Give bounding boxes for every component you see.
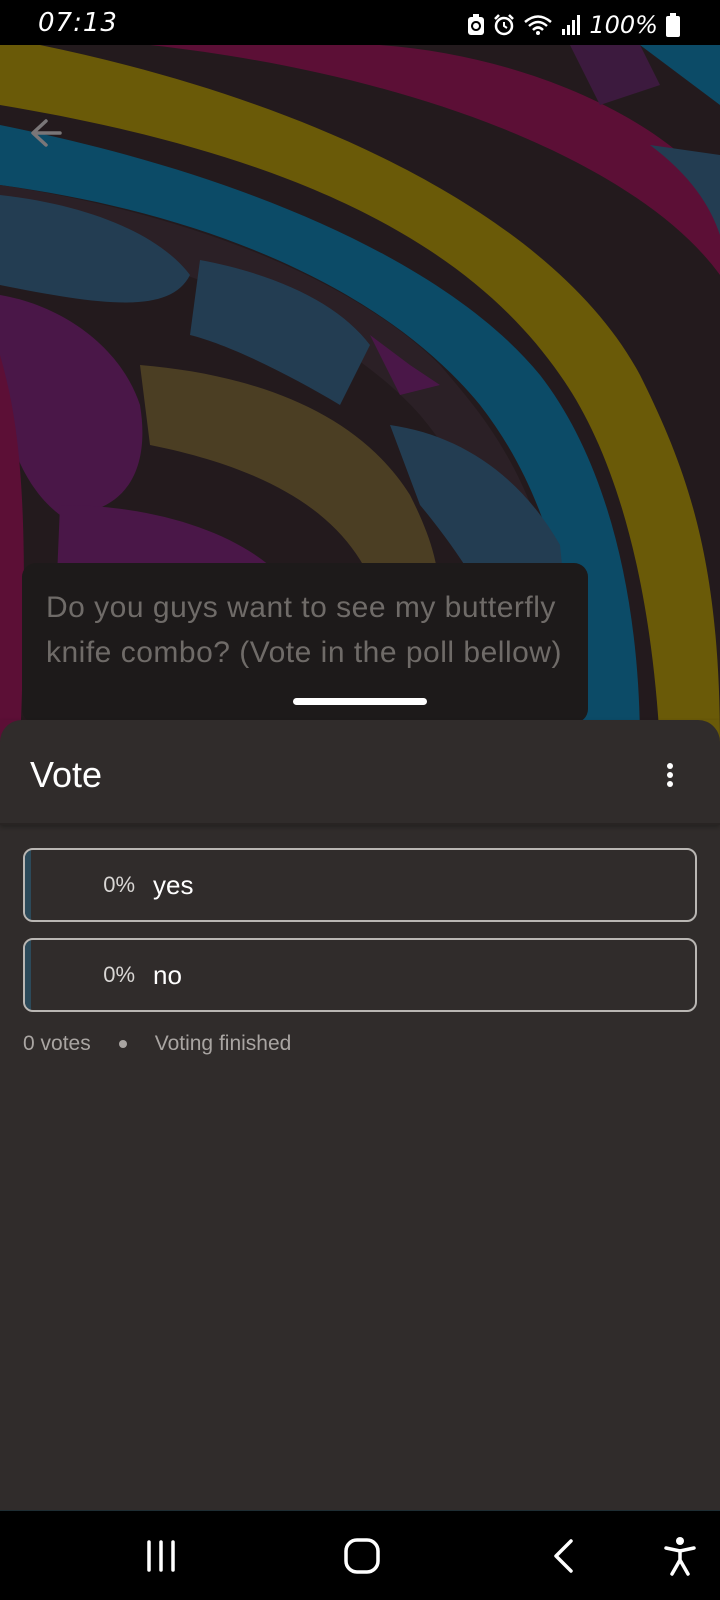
battery-icon xyxy=(666,13,680,37)
home-button[interactable] xyxy=(337,1533,387,1579)
separator-dot xyxy=(118,1040,127,1048)
status-time: 07:13 xyxy=(38,8,118,38)
poll-option-no[interactable]: 0% no xyxy=(23,938,697,1012)
poll-result-bar xyxy=(25,940,31,1010)
battery-percent: 100% xyxy=(589,11,658,39)
vote-count: 0 votes xyxy=(23,1032,91,1055)
arrow-left-icon xyxy=(31,119,62,147)
post-caption: Do you guys want to see my butterfly kni… xyxy=(46,591,562,669)
system-nav-bar xyxy=(0,1510,720,1600)
vote-sheet: Vote 0% yes 0% no 0 votes Voting finishe… xyxy=(0,720,720,1510)
more-options-button[interactable] xyxy=(658,760,682,790)
recent-apps-button[interactable] xyxy=(136,1533,186,1579)
sheet-drag-handle[interactable] xyxy=(293,698,427,705)
voting-status: Voting finished xyxy=(154,1032,292,1055)
home-icon xyxy=(344,1538,380,1574)
poll-footer: 0 votes Voting finished xyxy=(23,1032,291,1056)
sheet-title: Vote xyxy=(30,754,103,795)
accessibility-icon xyxy=(664,1537,696,1576)
accessibility-button[interactable] xyxy=(655,1533,705,1579)
recent-apps-icon xyxy=(147,1540,175,1572)
system-back-button[interactable] xyxy=(539,1533,589,1579)
more-vertical-icon xyxy=(667,781,673,787)
back-button[interactable] xyxy=(28,117,76,165)
status-bar: 07:13 100% xyxy=(0,0,720,45)
more-vertical-icon xyxy=(667,772,673,778)
signal-icon xyxy=(562,15,581,35)
back-icon xyxy=(554,1539,573,1573)
wifi-icon xyxy=(524,15,553,35)
battery-saver-icon xyxy=(468,14,485,35)
poll-option-percent: 0% xyxy=(103,962,135,987)
poll-option-yes[interactable]: 0% yes xyxy=(23,848,697,922)
alarm-icon xyxy=(494,14,515,36)
sheet-header: Vote xyxy=(0,720,720,825)
poll-option-percent: 0% xyxy=(103,872,135,897)
status-icons: 100% xyxy=(467,11,680,39)
poll-result-bar xyxy=(25,850,31,920)
poll-option-label: no xyxy=(153,960,182,990)
poll-option-label: yes xyxy=(153,870,194,900)
more-vertical-icon xyxy=(667,763,673,769)
